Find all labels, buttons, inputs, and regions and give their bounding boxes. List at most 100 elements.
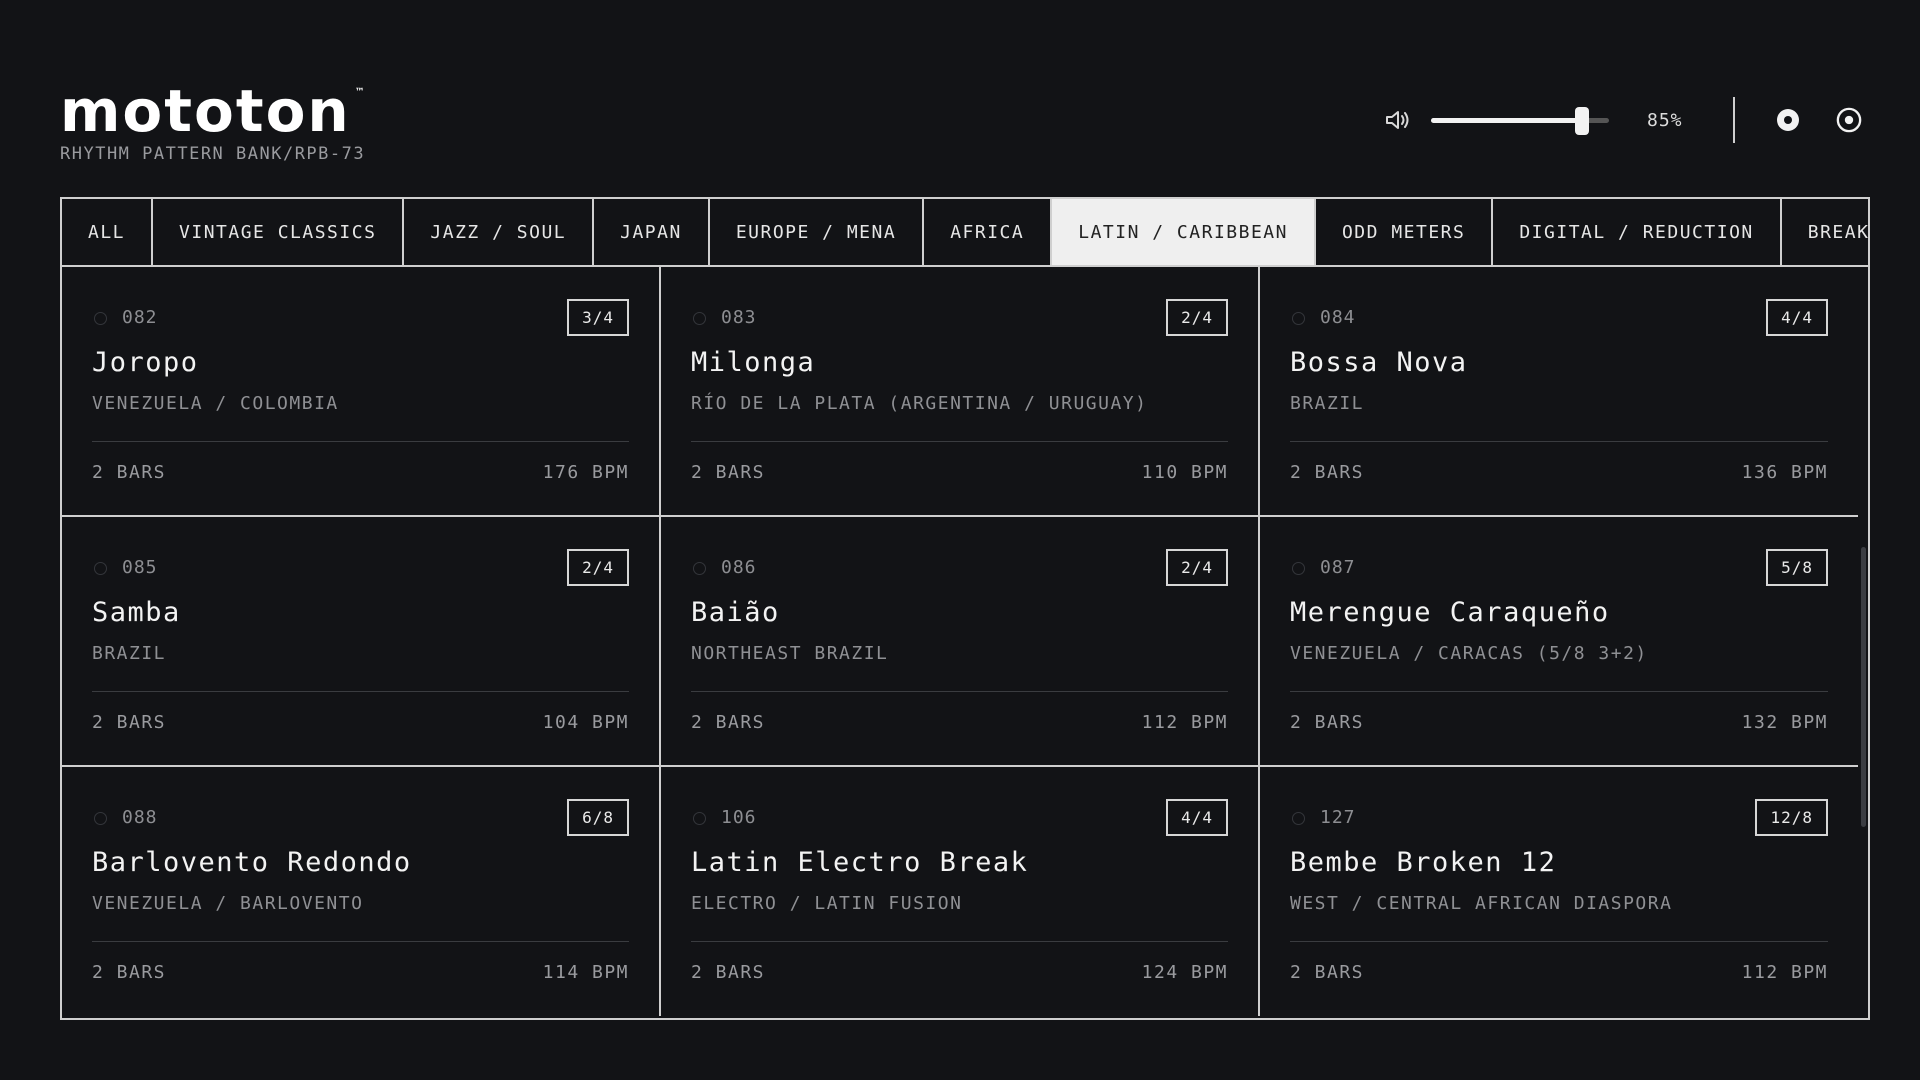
- card-divider: [92, 441, 629, 442]
- pattern-number: 085: [122, 557, 158, 578]
- status-dot: [1292, 312, 1305, 325]
- pattern-bars: 2 BARS: [1290, 462, 1365, 483]
- time-signature-badge: 2/4: [567, 549, 629, 586]
- card-divider: [691, 941, 1228, 942]
- time-signature-badge: 2/4: [1166, 299, 1228, 336]
- pattern-region: VENEZUELA / COLOMBIA: [92, 393, 339, 414]
- pattern-card[interactable]: 083 2/4 Milonga RÍO DE LA PLATA (ARGENTINA …: [661, 267, 1260, 517]
- pattern-number: 088: [122, 807, 158, 828]
- time-signature-badge: 4/4: [1766, 299, 1828, 336]
- logo-text: mototon: [60, 77, 351, 145]
- target-icon: [1836, 107, 1862, 133]
- pattern-card[interactable]: 106 4/4 Latin Electro Break ELECTRO / LATIN…: [661, 767, 1260, 1016]
- logo: mototon ™: [60, 82, 365, 140]
- pattern-card[interactable]: 127 12/8 Bembe Broken 12 WEST / CENTRAL AFR…: [1260, 767, 1858, 1016]
- pattern-card[interactable]: 087 5/8 Merengue Caraqueño VENEZUELA / CARA…: [1260, 517, 1858, 767]
- status-dot: [693, 812, 706, 825]
- volume-slider[interactable]: [1431, 104, 1609, 136]
- speaker-icon[interactable]: [1383, 106, 1411, 134]
- pattern-bpm: 112 BPM: [1741, 962, 1828, 983]
- header-controls: 85%: [1383, 96, 1862, 144]
- pattern-bpm: 124 BPM: [1141, 962, 1228, 983]
- card-divider: [92, 941, 629, 942]
- pattern-region: ELECTRO / LATIN FUSION: [691, 893, 963, 914]
- pattern-name: Barlovento Redondo: [92, 847, 412, 878]
- subtitle: RHYTHM PATTERN BANK/RPB-73: [60, 144, 366, 164]
- time-signature-badge: 6/8: [567, 799, 629, 836]
- pattern-bpm: 176 BPM: [542, 462, 629, 483]
- pattern-card[interactable]: 084 4/4 Bossa Nova BRAZIL 2 BARS 136 BPM: [1260, 267, 1858, 517]
- pattern-bars: 2 BARS: [691, 712, 766, 733]
- grid-scrollbar[interactable]: [1861, 547, 1866, 827]
- pattern-grid-inner: 082 3/4 Joropo VENEZUELA / COLOMBIA 2 BARS 17…: [62, 267, 1858, 1016]
- tab-japan[interactable]: JAPAN: [594, 199, 710, 265]
- status-dot: [1292, 812, 1305, 825]
- pattern-region: RÍO DE LA PLATA (ARGENTINA / URUGUAY): [691, 393, 1148, 414]
- pattern-card[interactable]: 082 3/4 Joropo VENEZUELA / COLOMBIA 2 BARS 17…: [62, 267, 661, 517]
- pattern-bpm: 132 BPM: [1741, 712, 1828, 733]
- time-signature-badge: 4/4: [1166, 799, 1228, 836]
- pattern-number: 087: [1320, 557, 1356, 578]
- pattern-bars: 2 BARS: [92, 962, 167, 983]
- tab-latin-caribbean[interactable]: LATIN / CARIBBEAN: [1052, 199, 1316, 265]
- volume-label: 85%: [1647, 109, 1683, 131]
- pattern-card[interactable]: 085 2/4 Samba BRAZIL 2 BARS 104 BPM: [62, 517, 661, 767]
- target-button[interactable]: [1836, 107, 1862, 133]
- pattern-name: Samba: [92, 597, 181, 628]
- pattern-number: 106: [721, 807, 757, 828]
- pattern-bars: 2 BARS: [1290, 712, 1365, 733]
- brand: mototon ™ RHYTHM PATTERN BANK/RPB-73: [60, 82, 365, 164]
- pattern-number: 127: [1320, 807, 1356, 828]
- card-divider: [691, 691, 1228, 692]
- tab-europe-mena[interactable]: EUROPE / MENA: [710, 199, 925, 265]
- trademark: ™: [354, 87, 365, 98]
- pattern-bpm: 136 BPM: [1741, 462, 1828, 483]
- pattern-region: BRAZIL: [92, 643, 167, 664]
- pattern-name: Bembe Broken 12: [1290, 847, 1557, 878]
- record-button[interactable]: [1775, 107, 1801, 133]
- pattern-bars: 2 BARS: [92, 712, 167, 733]
- app-root: mototon ™ RHYTHM PATTERN BANK/RPB-73 85%: [0, 0, 1920, 1080]
- tab-jazz-soul[interactable]: JAZZ / SOUL: [404, 199, 595, 265]
- pattern-bpm: 104 BPM: [542, 712, 629, 733]
- pattern-card[interactable]: 086 2/4 Baião NORTHEAST BRAZIL 2 BARS 112 BPM: [661, 517, 1260, 767]
- pattern-region: NORTHEAST BRAZIL: [691, 643, 889, 664]
- pattern-name: Baião: [691, 597, 780, 628]
- card-divider: [92, 691, 629, 692]
- pattern-bars: 2 BARS: [691, 462, 766, 483]
- status-dot: [1292, 562, 1305, 575]
- pattern-name: Latin Electro Break: [691, 847, 1029, 878]
- tab-all[interactable]: ALL: [62, 199, 154, 265]
- time-signature-badge: 12/8: [1755, 799, 1828, 836]
- status-dot: [693, 312, 706, 325]
- pattern-region: BRAZIL: [1290, 393, 1365, 414]
- pattern-bpm: 112 BPM: [1141, 712, 1228, 733]
- pattern-bpm: 114 BPM: [542, 962, 629, 983]
- pattern-card[interactable]: 088 6/8 Barlovento Redondo VENEZUELA / BARL…: [62, 767, 661, 1016]
- record-icon: [1777, 109, 1799, 131]
- time-signature-badge: 5/8: [1766, 549, 1828, 586]
- card-divider: [691, 441, 1228, 442]
- pattern-name: Bossa Nova: [1290, 347, 1468, 378]
- pattern-name: Merengue Caraqueño: [1290, 597, 1610, 628]
- header-divider: [1733, 97, 1735, 143]
- volume-thumb[interactable]: [1575, 107, 1590, 135]
- tab-vintage-classics[interactable]: VINTAGE CLASSICS: [153, 199, 405, 265]
- time-signature-badge: 2/4: [1166, 549, 1228, 586]
- time-signature-badge: 3/4: [567, 299, 629, 336]
- card-divider: [1290, 441, 1828, 442]
- pattern-bars: 2 BARS: [691, 962, 766, 983]
- tab-digital-reduction[interactable]: DIGITAL / REDUCTION: [1493, 199, 1782, 265]
- pattern-number: 083: [721, 307, 757, 328]
- pattern-bpm: 110 BPM: [1141, 462, 1228, 483]
- volume-fill: [1431, 118, 1583, 123]
- status-dot: [94, 312, 107, 325]
- pattern-region: VENEZUELA / BARLOVENTO: [92, 893, 364, 914]
- tab-break[interactable]: BREAK: [1782, 199, 1868, 265]
- tab-africa[interactable]: AFRICA: [924, 199, 1053, 265]
- card-divider: [1290, 691, 1828, 692]
- pattern-grid: 082 3/4 Joropo VENEZUELA / COLOMBIA 2 BARS 17…: [60, 267, 1870, 1020]
- status-dot: [94, 812, 107, 825]
- tab-odd-meters[interactable]: ODD METERS: [1316, 199, 1494, 265]
- pattern-region: WEST / CENTRAL AFRICAN DIASPORA: [1290, 893, 1673, 914]
